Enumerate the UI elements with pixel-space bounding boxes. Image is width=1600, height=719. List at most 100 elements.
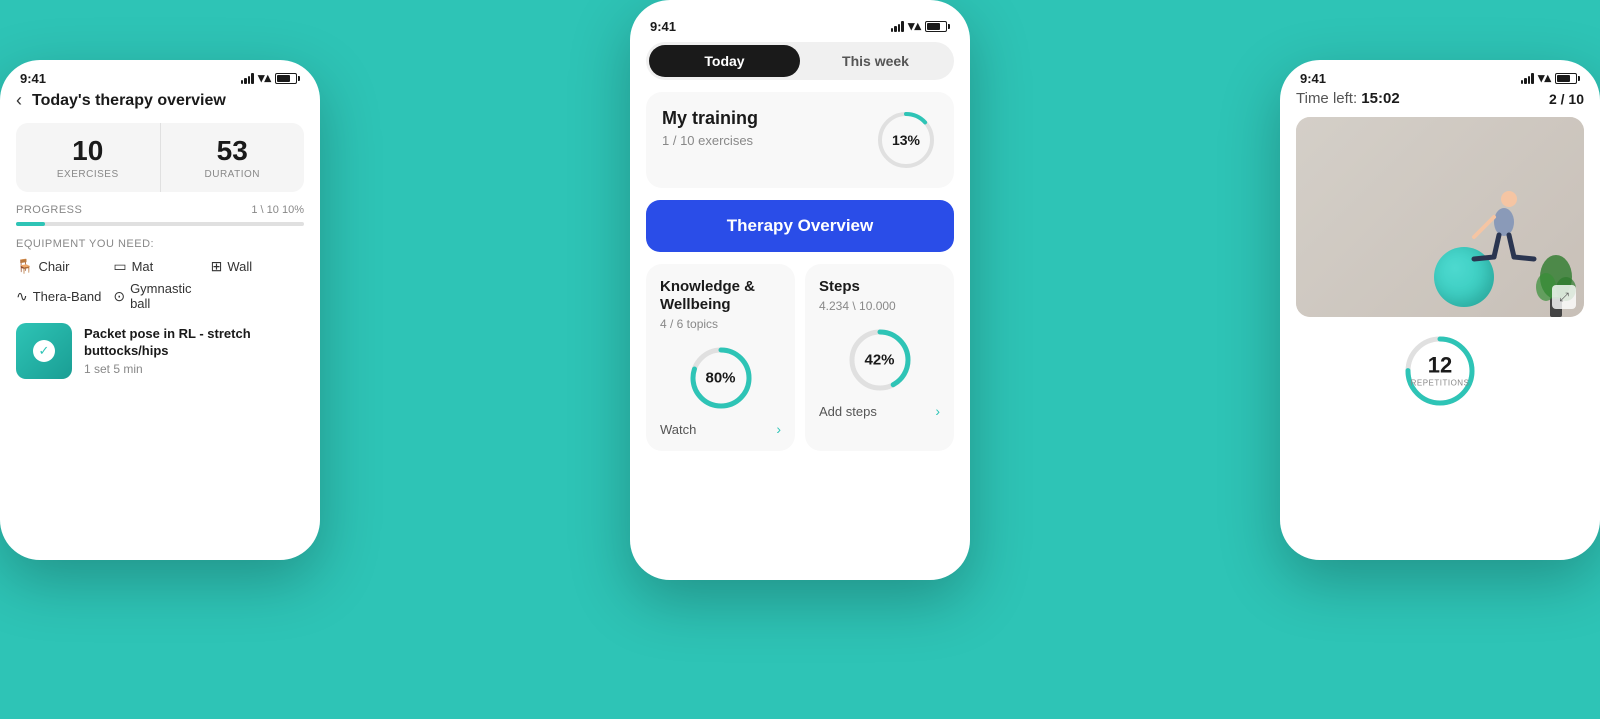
signal-icon-left — [241, 73, 254, 84]
wall-label: Wall — [227, 259, 252, 274]
exercises-stat: 10 EXERCISES — [16, 123, 161, 192]
status-icons-center: ▾▴ — [891, 18, 950, 34]
mat-icon: ▭ — [113, 258, 126, 275]
status-time-right: 9:41 — [1300, 71, 1326, 86]
rep-number: 12 — [1411, 355, 1470, 377]
training-info: My training 1 / 10 exercises — [662, 108, 758, 148]
right-phone-header: Time left: 15:02 2 / 10 — [1280, 90, 1600, 117]
progress-section: PROGRESS 1 \ 10 10% — [0, 204, 320, 238]
wall-icon: ⊞ — [211, 258, 223, 275]
video-area[interactable]: ⤢ — [1296, 117, 1584, 317]
steps-percent: 42% — [864, 352, 894, 369]
duration-number: 53 — [173, 135, 293, 167]
right-phone: 9:41 ▾▴ Time left: 15:02 2 / 10 — [1280, 60, 1600, 560]
status-icons-left: ▾▴ — [241, 70, 300, 86]
status-time-center: 9:41 — [650, 19, 676, 34]
person-figure — [1444, 187, 1544, 307]
stats-row: 10 EXERCISES 53 DURATION — [16, 123, 304, 192]
exercise-thumbnail: ✓ — [16, 323, 72, 379]
exercise-name: Packet pose in RL - stretch buttocks/hip… — [84, 326, 304, 360]
chair-icon: 🪑 — [16, 258, 33, 275]
gymball-label: Gymnastic ball — [130, 281, 207, 311]
repetitions-circle: 12 REPETITIONS — [1400, 331, 1480, 411]
exercises-label: EXERCISES — [28, 169, 148, 180]
steps-subtitle: 4.234 \ 10.000 — [819, 299, 940, 313]
tab-today[interactable]: Today — [649, 45, 800, 77]
equipment-wall: ⊞ Wall — [211, 258, 304, 275]
battery-icon-center — [925, 21, 950, 32]
progress-title: PROGRESS — [16, 204, 82, 216]
training-card: My training 1 / 10 exercises 13% — [646, 92, 954, 188]
steps-progress-circle: 42% — [845, 325, 915, 395]
back-button-left[interactable]: ‹ — [16, 90, 22, 111]
knowledge-action[interactable]: Watch › — [660, 421, 781, 437]
exercise-info: Packet pose in RL - stretch buttocks/hip… — [84, 326, 304, 376]
knowledge-title: Knowledge & Wellbeing — [660, 278, 781, 314]
knowledge-card: Knowledge & Wellbeing 4 / 6 topics 80% W… — [646, 264, 795, 451]
time-left-value: 15:02 — [1361, 90, 1399, 107]
steps-arrow-icon: › — [935, 403, 940, 419]
exercise-counter: 2 / 10 — [1549, 91, 1584, 107]
knowledge-progress-circle: 80% — [686, 343, 756, 413]
notch — [750, 0, 850, 24]
check-icon: ✓ — [39, 343, 50, 359]
training-card-inner: My training 1 / 10 exercises 13% — [662, 108, 938, 172]
training-percent: 13% — [892, 132, 920, 148]
progress-bar-bg — [16, 222, 304, 226]
status-icons-right: ▾▴ — [1521, 70, 1580, 86]
exercises-number: 10 — [28, 135, 148, 167]
signal-icon-center — [891, 21, 904, 32]
equipment-theraband: ∿ Thera-Band — [16, 281, 109, 311]
wifi-icon-center: ▾▴ — [908, 18, 921, 34]
signal-icon-right — [1521, 73, 1534, 84]
left-phone-header: ‹ Today's therapy overview — [0, 90, 320, 123]
rep-label: REPETITIONS — [1411, 379, 1470, 388]
duration-label: DURATION — [173, 169, 293, 180]
rep-content: 12 REPETITIONS — [1411, 355, 1470, 388]
wifi-icon-right: ▾▴ — [1538, 70, 1551, 86]
time-left-section: Time left: 15:02 — [1296, 90, 1400, 107]
tab-bar: Today This week — [646, 42, 954, 80]
tab-this-week[interactable]: This week — [800, 45, 951, 77]
steps-card: Steps 4.234 \ 10.000 42% Add steps › — [805, 264, 954, 451]
progress-bar-fill — [16, 222, 45, 226]
equipment-mat: ▭ Mat — [113, 258, 206, 275]
bottom-stats: 12 REPETITIONS — [1280, 331, 1600, 411]
mat-label: Mat — [132, 259, 154, 274]
status-time-left: 9:41 — [20, 71, 46, 86]
knowledge-action-label: Watch — [660, 422, 696, 437]
knowledge-arrow-icon: › — [776, 421, 781, 437]
theraband-label: Thera-Band — [33, 289, 102, 304]
knowledge-percent: 80% — [705, 370, 735, 387]
video-background: ⤢ — [1296, 117, 1584, 317]
training-title: My training — [662, 108, 758, 129]
battery-icon-right — [1555, 73, 1580, 84]
therapy-overview-button[interactable]: Therapy Overview — [646, 200, 954, 252]
wifi-icon-left: ▾▴ — [258, 70, 271, 86]
two-col-cards: Knowledge & Wellbeing 4 / 6 topics 80% W… — [646, 264, 954, 451]
center-phone: 9:41 ▾▴ Today This week My training 1 / … — [630, 0, 970, 580]
left-phone-title: Today's therapy overview — [32, 92, 226, 110]
training-subtitle: 1 / 10 exercises — [662, 133, 758, 148]
equipment-chair: 🪑 Chair — [16, 258, 109, 275]
progress-value: 1 \ 10 10% — [251, 204, 304, 216]
duration-stat: 53 DURATION — [161, 123, 305, 192]
status-bar-left: 9:41 ▾▴ — [0, 60, 320, 90]
chair-label: Chair — [38, 259, 69, 274]
steps-action[interactable]: Add steps › — [819, 403, 940, 419]
training-progress-circle: 13% — [874, 108, 938, 172]
exercise-meta: 1 set 5 min — [84, 362, 304, 376]
status-bar-right: 9:41 ▾▴ — [1280, 60, 1600, 90]
exercise-card[interactable]: ✓ Packet pose in RL - stretch buttocks/h… — [16, 323, 304, 379]
knowledge-subtitle: 4 / 6 topics — [660, 317, 781, 331]
progress-header: PROGRESS 1 \ 10 10% — [16, 204, 304, 216]
equipment-gymball: ⊙ Gymnastic ball — [113, 281, 206, 311]
steps-action-label: Add steps — [819, 404, 877, 419]
steps-title: Steps — [819, 278, 940, 296]
expand-icon[interactable]: ⤢ — [1552, 285, 1576, 309]
equipment-grid: 🪑 Chair ▭ Mat ⊞ Wall ∿ Thera-Band ⊙ Gymn… — [16, 258, 304, 311]
theraband-icon: ∿ — [16, 288, 28, 305]
gymball-icon: ⊙ — [113, 288, 125, 305]
battery-icon-left — [275, 73, 300, 84]
equipment-title: EQUIPMENT YOU NEED: — [16, 238, 304, 250]
